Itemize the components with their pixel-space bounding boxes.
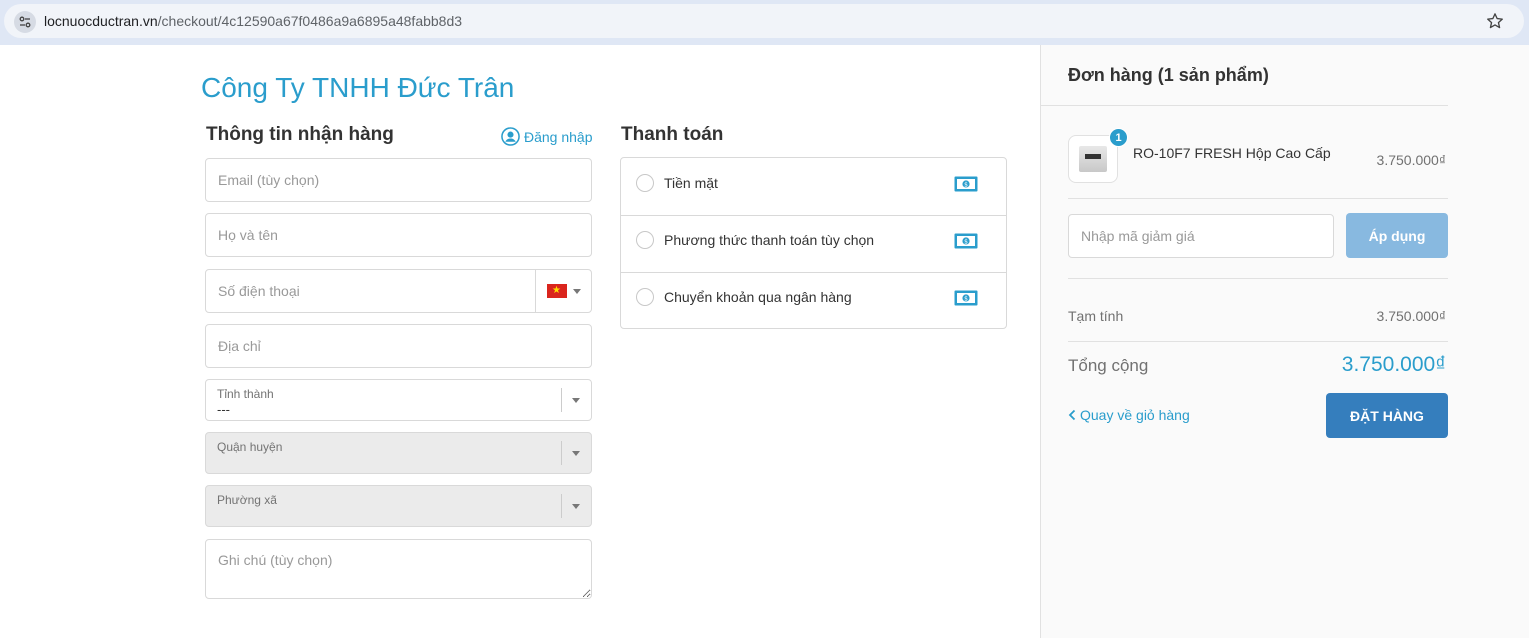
- chevron-down-icon: [572, 504, 580, 509]
- divider: [1068, 278, 1448, 279]
- district-select[interactable]: Quận huyện: [205, 432, 592, 474]
- discount-code-input[interactable]: [1069, 215, 1333, 257]
- payment-method-custom[interactable]: Phương thức thanh toán tùy chọn $: [621, 215, 1006, 272]
- ward-select[interactable]: Phường xã: [205, 485, 592, 527]
- product-price: 3.750.000₫: [1376, 152, 1446, 168]
- fullname-field[interactable]: [205, 213, 592, 257]
- chevron-down-icon: [572, 451, 580, 456]
- radio-button[interactable]: [636, 288, 654, 306]
- total-value: 3.750.000₫: [1341, 353, 1446, 376]
- login-label: Đăng nhập: [524, 128, 593, 145]
- checkout-main: Công Ty TNHH Đức Trân Thông tin nhận hàn…: [0, 45, 1040, 638]
- note-textarea[interactable]: [206, 540, 591, 598]
- country-code-selector[interactable]: ★: [535, 270, 591, 312]
- quantity-badge: 1: [1109, 128, 1128, 147]
- payment-method-label: Phương thức thanh toán tùy chọn: [664, 232, 875, 248]
- place-order-button[interactable]: ĐẶT HÀNG: [1326, 393, 1448, 438]
- payment-methods: Tiền mặt $ Phương thức thanh toán tùy ch…: [620, 157, 1007, 329]
- back-to-cart-label: Quay về giỏ hàng: [1080, 407, 1190, 423]
- fullname-input[interactable]: [206, 214, 591, 256]
- payment-method-label: Tiền mặt: [664, 175, 718, 191]
- subtotal-value: 3.750.000₫: [1376, 308, 1446, 324]
- svg-text:$: $: [964, 296, 968, 303]
- banknote-icon: $: [954, 233, 978, 249]
- chevron-down-icon: [572, 288, 581, 294]
- back-to-cart-link[interactable]: Quay về giỏ hàng: [1068, 407, 1190, 423]
- banknote-icon: $: [954, 290, 978, 306]
- chevron-down-icon: [572, 398, 580, 403]
- store-name[interactable]: Công Ty TNHH Đức Trân: [201, 72, 514, 104]
- shipping-section-title: Thông tin nhận hàng: [206, 124, 394, 145]
- payment-method-cash[interactable]: Tiền mặt $: [621, 158, 1006, 215]
- chevron-left-icon: [1068, 409, 1076, 421]
- svg-text:$: $: [964, 239, 968, 246]
- user-circle-icon: [501, 127, 520, 146]
- province-label: Tỉnh thành: [217, 387, 274, 401]
- radio-button[interactable]: [636, 231, 654, 249]
- phone-input[interactable]: [206, 270, 536, 312]
- note-field[interactable]: [205, 539, 592, 599]
- row-divider: [621, 272, 1006, 273]
- divider: [1068, 341, 1448, 342]
- address-bar[interactable]: locnuocductran.vn/checkout/4c12590a67f04…: [4, 4, 1524, 38]
- product-name: RO-10F7 FRESH Hộp Cao Cấp: [1133, 145, 1331, 161]
- email-field[interactable]: [205, 158, 592, 202]
- payment-section-title: Thanh toán: [621, 124, 724, 145]
- row-divider: [621, 215, 1006, 216]
- url-text[interactable]: locnuocductran.vn/checkout/4c12590a67f04…: [44, 13, 462, 29]
- url-domain: locnuocductran.vn: [44, 13, 158, 29]
- divider: [1041, 105, 1448, 106]
- district-label: Quận huyện: [217, 440, 283, 454]
- site-info-icon[interactable]: [14, 11, 36, 33]
- address-field[interactable]: [205, 324, 592, 368]
- product-image: [1079, 146, 1107, 172]
- url-path: /checkout/4c12590a67f0486a9a6895a48fabb8…: [157, 13, 463, 29]
- subtotal-label: Tạm tính: [1068, 308, 1124, 324]
- select-divider: [561, 388, 562, 412]
- radio-button[interactable]: [636, 174, 654, 192]
- divider: [1068, 198, 1448, 199]
- discount-code-field[interactable]: [1068, 214, 1334, 258]
- address-input[interactable]: [206, 325, 591, 367]
- payment-method-bank-transfer[interactable]: Chuyển khoản qua ngân hàng $: [621, 272, 1006, 329]
- select-divider: [561, 441, 562, 465]
- phone-field[interactable]: ★: [205, 269, 592, 313]
- email-input[interactable]: [206, 159, 591, 201]
- order-summary-title: Đơn hàng (1 sản phẩm): [1068, 65, 1269, 85]
- vietnam-flag-icon: ★: [546, 284, 567, 298]
- order-summary: Đơn hàng (1 sản phẩm) 1 RO-10F7 FRESH Hộ…: [1040, 45, 1529, 638]
- bookmark-star-icon[interactable]: [1486, 12, 1504, 30]
- payment-method-label: Chuyển khoản qua ngân hàng: [664, 289, 852, 305]
- browser-toolbar: locnuocductran.vn/checkout/4c12590a67f04…: [0, 0, 1529, 45]
- login-link[interactable]: Đăng nhập: [501, 127, 593, 146]
- banknote-icon: $: [954, 176, 978, 192]
- ward-label: Phường xã: [217, 493, 277, 507]
- total-label: Tổng cộng: [1068, 356, 1149, 375]
- province-select[interactable]: Tỉnh thành ---: [205, 379, 592, 421]
- svg-text:$: $: [964, 182, 968, 189]
- select-divider: [561, 494, 562, 518]
- apply-discount-button[interactable]: Áp dụng: [1346, 213, 1448, 258]
- province-value: ---: [217, 402, 230, 417]
